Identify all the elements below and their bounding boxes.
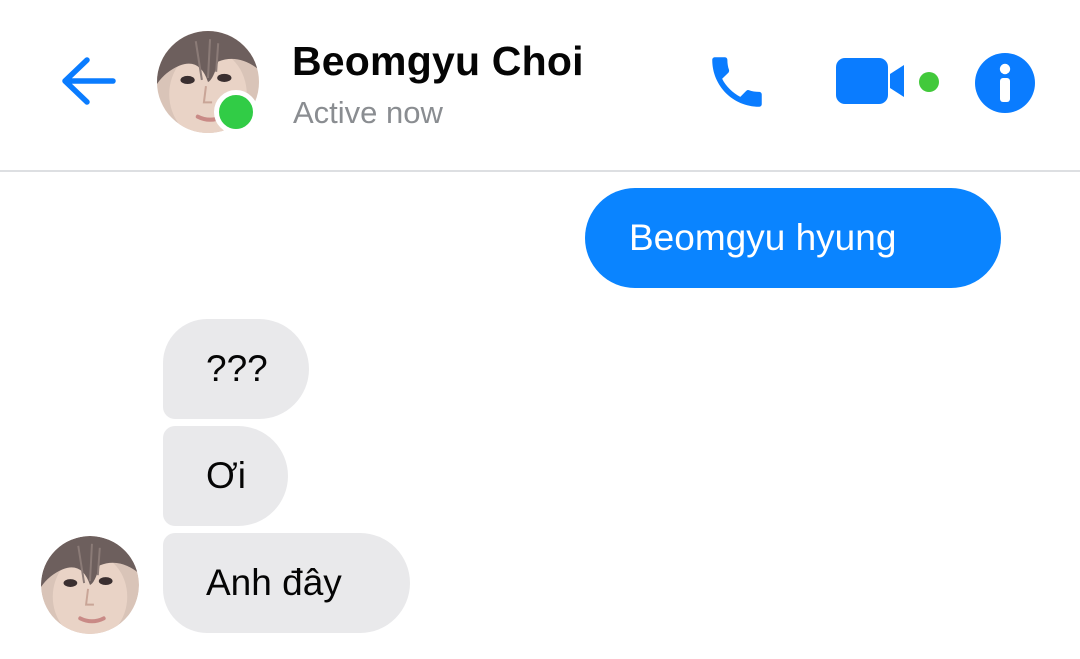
arrow-left-icon <box>62 57 116 105</box>
message-text: Ơi <box>206 455 246 496</box>
conversation-info-button[interactable] <box>973 51 1037 115</box>
message-bubble-outgoing[interactable]: Beomgyu hyung <box>585 188 1001 288</box>
contact-status: Active now <box>293 95 443 130</box>
sender-avatar[interactable] <box>41 536 139 634</box>
video-camera-icon <box>836 58 904 104</box>
messenger-screen: Beomgyu Choi Active now Beomgyu hyung ??… <box>0 0 1080 659</box>
voice-call-button[interactable] <box>700 48 774 116</box>
active-status-dot <box>214 90 258 134</box>
message-text: Beomgyu hyung <box>629 217 897 258</box>
video-call-button[interactable] <box>832 52 916 110</box>
sender-photo <box>41 536 139 634</box>
info-icon <box>975 53 1035 113</box>
contact-name[interactable]: Beomgyu Choi <box>292 38 584 85</box>
contact-avatar[interactable] <box>157 31 259 134</box>
message-text: Anh đây <box>206 562 342 603</box>
conversation-header: Beomgyu Choi Active now <box>0 0 1080 172</box>
back-button[interactable] <box>52 48 122 114</box>
message-bubble-incoming[interactable]: Ơi <box>163 426 288 526</box>
message-bubble-incoming[interactable]: ??? <box>163 319 309 419</box>
video-active-dot <box>919 72 939 92</box>
message-bubble-incoming[interactable]: Anh đây <box>163 533 410 633</box>
message-thread: Beomgyu hyung ??? Ơi Anh đây <box>0 172 1080 659</box>
message-text: ??? <box>206 348 268 389</box>
phone-icon <box>712 57 762 107</box>
